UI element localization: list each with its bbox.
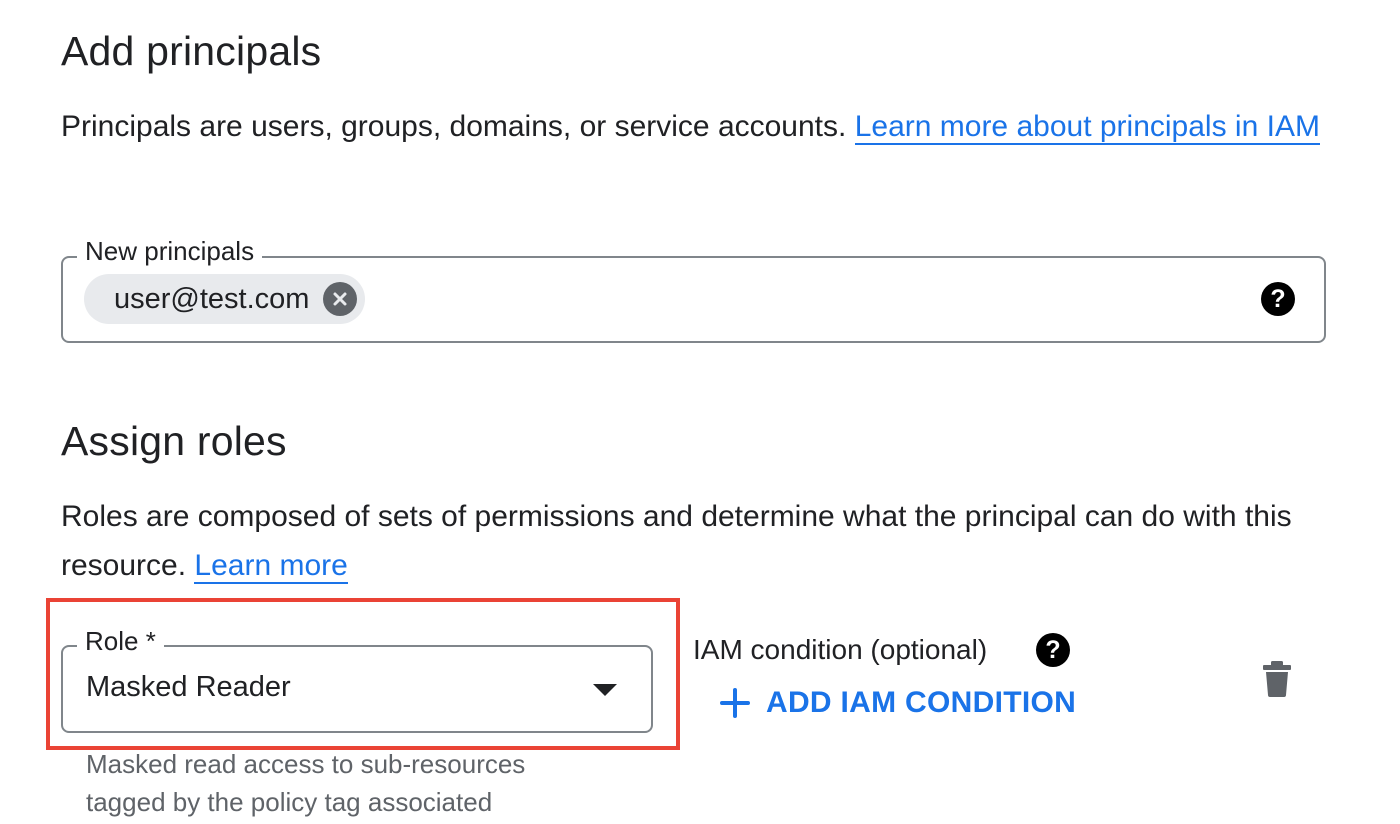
add-principals-heading: Add principals bbox=[61, 28, 322, 74]
iam-condition-label: IAM condition (optional) bbox=[693, 634, 988, 665]
close-circle-icon[interactable] bbox=[323, 282, 358, 316]
role-label: Role * bbox=[77, 626, 164, 657]
learn-more-principals-link[interactable]: Learn more about principals in IAM bbox=[854, 110, 1320, 145]
add-iam-condition-button[interactable]: ADD IAM CONDITION bbox=[718, 686, 1076, 720]
help-icon[interactable]: ? bbox=[1036, 633, 1070, 667]
plus-icon bbox=[720, 688, 750, 718]
add-principals-description: Principals are users, groups, domains, o… bbox=[61, 102, 1321, 151]
assign-roles-heading: Assign roles bbox=[61, 418, 287, 464]
role-hint: Masked read access to sub-resources tagg… bbox=[86, 749, 526, 817]
new-principals-label: New principals bbox=[77, 236, 263, 267]
principal-chip-label: user@test.com bbox=[114, 282, 310, 315]
assign-roles-description: Roles are composed of sets of permission… bbox=[61, 492, 1301, 590]
help-icon[interactable]: ? bbox=[1261, 282, 1295, 316]
principal-chip[interactable]: user@test.com bbox=[84, 274, 366, 324]
add-principals-description-text: Principals are users, groups, domains, o… bbox=[61, 110, 847, 143]
caret-down-icon[interactable] bbox=[593, 684, 617, 696]
add-iam-condition-label: ADD IAM CONDITION bbox=[766, 686, 1077, 719]
role-select-value: Masked Reader bbox=[86, 671, 291, 703]
trash-icon[interactable] bbox=[1261, 660, 1293, 703]
learn-more-roles-link[interactable]: Learn more bbox=[194, 549, 348, 584]
